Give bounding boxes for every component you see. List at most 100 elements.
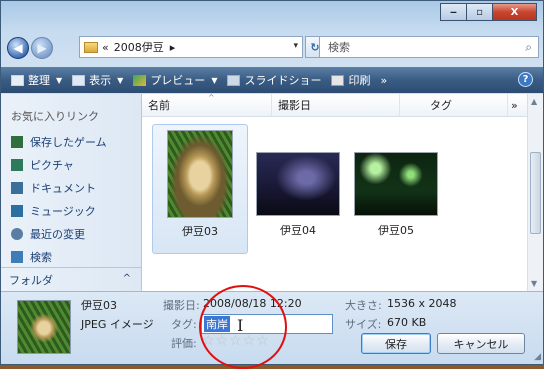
views-button[interactable]: 表示 ▼ xyxy=(72,72,123,88)
back-button[interactable]: ◀ xyxy=(7,37,29,59)
saved-games-icon xyxy=(11,136,23,148)
file-item[interactable]: 伊豆03 xyxy=(152,124,248,254)
sort-ascending-icon: ^ xyxy=(208,93,215,102)
file-item-label: 伊豆04 xyxy=(280,224,316,237)
nav-item-pictures[interactable]: ピクチャ xyxy=(11,157,74,173)
column-date-label: 撮影日 xyxy=(278,99,311,112)
chevron-down-icon: ▼ xyxy=(56,75,63,85)
scroll-up-icon[interactable]: ▲ xyxy=(531,97,537,106)
documents-icon xyxy=(11,182,23,194)
nav-item-label: 検索 xyxy=(30,251,52,264)
column-tag-label: タグ xyxy=(430,99,452,112)
tag-label: タグ: xyxy=(171,318,197,331)
chevron-down-icon: ▼ xyxy=(117,75,124,85)
file-item[interactable]: 伊豆04 xyxy=(250,124,346,254)
filesize-value: 670 KB xyxy=(387,316,427,329)
toolbar-overflow-button[interactable]: » xyxy=(380,74,387,87)
folders-toggle[interactable]: フォルダ ^ xyxy=(1,267,141,291)
pictures-icon xyxy=(11,159,23,171)
column-overflow-button[interactable]: » xyxy=(508,94,527,116)
minimize-button[interactable]: ‒ xyxy=(440,3,467,21)
organize-button[interactable]: 整理 ▼ xyxy=(11,72,62,88)
search-input[interactable]: 検索 ⌕ xyxy=(319,36,539,58)
size-label: 大きさ: xyxy=(345,299,382,312)
folders-label: フォルダ xyxy=(9,273,53,287)
path-separator-icon[interactable]: ▸ xyxy=(170,41,176,54)
print-label: 印刷 xyxy=(348,74,371,87)
vertical-scrollbar[interactable]: ▲ ▼ xyxy=(527,94,543,291)
chevron-down-icon: ▼ xyxy=(211,75,218,85)
nav-item-documents[interactable]: ドキュメント xyxy=(11,180,96,196)
details-filetype: JPEG イメージ xyxy=(81,318,154,331)
slideshow-button[interactable]: スライドショー xyxy=(227,72,321,88)
nav-item-label: ドキュメント xyxy=(30,182,96,195)
column-header-date[interactable]: 撮影日 xyxy=(272,94,400,116)
column-header-row: 名前 ^ 撮影日 タグ » xyxy=(142,93,527,117)
organize-icon xyxy=(11,74,24,86)
forward-arrow-icon: ▶ xyxy=(37,41,47,55)
thumbnail-plant-photo xyxy=(167,130,233,218)
column-overflow-icon: » xyxy=(511,98,518,112)
preview-button[interactable]: プレビュー ▼ xyxy=(133,72,217,88)
nav-item-label: ピクチャ xyxy=(30,159,74,172)
filesize-label: サイズ: xyxy=(345,318,382,331)
file-list: 名前 ^ 撮影日 タグ » 伊豆03 伊豆04 伊豆05 ▲ ▼ xyxy=(142,93,543,291)
printer-icon xyxy=(331,74,345,86)
views-label: 表示 xyxy=(89,74,112,87)
nav-item-label: ミュージック xyxy=(30,205,96,218)
path-segment[interactable]: 2008伊豆 xyxy=(114,39,164,55)
views-icon xyxy=(72,74,86,86)
scroll-down-icon[interactable]: ▼ xyxy=(531,279,537,288)
nav-item-music[interactable]: ミュージック xyxy=(11,203,96,219)
slideshow-icon xyxy=(227,74,241,86)
file-item-label: 伊豆03 xyxy=(182,225,218,238)
close-button[interactable]: X xyxy=(492,3,537,21)
slideshow-label: スライドショー xyxy=(244,74,322,87)
rating-label: 評価: xyxy=(171,337,197,350)
forward-button[interactable]: ▶ xyxy=(31,37,53,59)
cancel-button[interactable]: キャンセル xyxy=(437,333,525,354)
help-icon[interactable]: ? xyxy=(518,72,533,87)
resize-grip-icon[interactable]: ◢ xyxy=(534,352,541,362)
window-controls: ‒ ▫ X xyxy=(440,3,537,21)
folder-icon xyxy=(84,41,98,53)
command-toolbar: 整理 ▼ 表示 ▼ プレビュー ▼ スライドショー 印刷 » ? xyxy=(1,67,543,93)
details-filename: 伊豆03 xyxy=(81,299,117,312)
date-label: 撮影日: xyxy=(163,299,200,312)
save-dialog-window: ‒ ▫ X ◀ ▶ « 2008伊豆 ▸ ▾ ↻ 検索 ⌕ 整理 ▼ 表示 ▼ プ xyxy=(0,0,544,369)
search-placeholder: 検索 xyxy=(328,41,350,54)
column-header-name[interactable]: 名前 ^ xyxy=(142,93,272,116)
search-folder-icon xyxy=(11,251,23,263)
save-button[interactable]: 保存 xyxy=(361,333,431,354)
organize-label: 整理 xyxy=(28,74,50,87)
chevron-up-icon: ^ xyxy=(122,273,131,284)
music-icon xyxy=(11,205,23,217)
column-name-label: 名前 xyxy=(148,99,170,112)
address-dropdown-icon[interactable]: ▾ xyxy=(293,41,298,51)
path-overflow[interactable]: « xyxy=(102,41,109,54)
nav-item-saved-games[interactable]: 保存したゲーム xyxy=(11,134,107,150)
address-bar[interactable]: « 2008伊豆 ▸ ▾ xyxy=(79,36,303,58)
preview-label: プレビュー xyxy=(150,74,206,87)
size-value: 1536 x 2048 xyxy=(387,297,457,310)
nav-item-search[interactable]: 検索 xyxy=(11,249,52,265)
file-item[interactable]: 伊豆05 xyxy=(348,124,444,254)
favorites-header: お気に入りリンク xyxy=(11,110,99,123)
file-item-label: 伊豆05 xyxy=(378,224,414,237)
details-thumbnail xyxy=(17,300,71,354)
scrollbar-thumb[interactable] xyxy=(530,152,541,234)
thumbnail-night-lights-photo xyxy=(354,152,438,216)
print-button[interactable]: 印刷 xyxy=(331,72,370,88)
maximize-button[interactable]: ▫ xyxy=(466,3,493,21)
nav-item-label: 最近の変更 xyxy=(30,228,85,241)
navigation-pane: お気に入りリンク 保存したゲーム ピクチャ ドキュメント ミュージック 最近の変… xyxy=(1,94,142,291)
search-icon[interactable]: ⌕ xyxy=(525,40,532,55)
recent-changes-icon xyxy=(11,228,23,240)
nav-item-label: 保存したゲーム xyxy=(30,136,107,149)
column-header-tag[interactable]: タグ xyxy=(400,94,508,116)
nav-item-recent-changes[interactable]: 最近の変更 xyxy=(11,226,85,242)
address-row: ◀ ▶ « 2008伊豆 ▸ ▾ ↻ 検索 ⌕ xyxy=(7,36,539,60)
preview-icon xyxy=(133,74,147,86)
thumbnail-night-sky-photo xyxy=(256,152,340,216)
toolbar-overflow-icon: » xyxy=(380,73,388,87)
